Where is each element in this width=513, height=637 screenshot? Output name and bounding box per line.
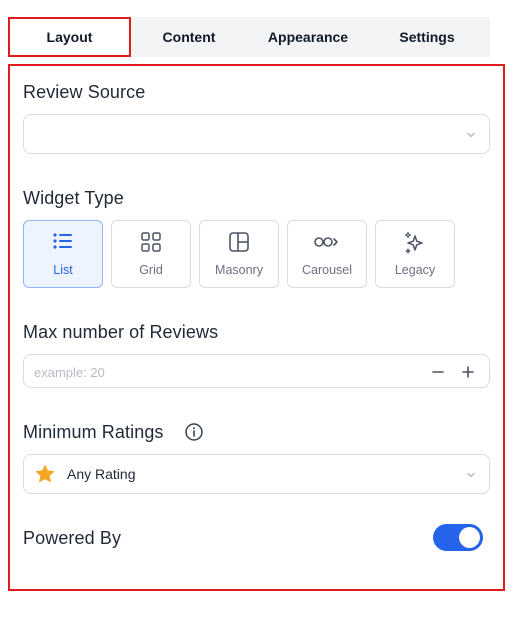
- grid-icon: [141, 232, 161, 252]
- decrement-button[interactable]: [427, 361, 449, 383]
- review-source-label: Review Source: [23, 82, 146, 102]
- powered-by-label: Powered By: [23, 528, 122, 548]
- list-icon: [53, 233, 72, 249]
- max-reviews-label: Max number of Reviews: [23, 322, 219, 342]
- chevron-down-icon: [467, 472, 475, 478]
- sparkles-icon: [404, 231, 423, 254]
- review-source-select[interactable]: [23, 114, 490, 154]
- max-reviews-input[interactable]: [34, 361, 414, 383]
- minimum-ratings-select[interactable]: Any Rating: [23, 454, 490, 494]
- widget-type-label: Widget Type: [23, 188, 124, 208]
- carousel-icon: [314, 237, 338, 247]
- star-icon: [35, 464, 55, 483]
- max-reviews-field: [23, 354, 490, 388]
- widget-type-masonry[interactable]: Masonry: [199, 220, 279, 288]
- tab-content[interactable]: Content: [131, 17, 247, 57]
- tab-settings[interactable]: Settings: [369, 17, 485, 57]
- toggle-knob: [459, 527, 480, 548]
- tab-bar: Layout Content Appearance Settings: [8, 17, 490, 57]
- info-icon[interactable]: [184, 422, 204, 442]
- masonry-icon: [229, 232, 249, 252]
- minus-icon: [432, 371, 444, 373]
- widget-type-grid-label: Grid: [139, 263, 163, 277]
- widget-type-list[interactable]: List: [23, 220, 103, 288]
- minimum-ratings-label: Minimum Ratings: [23, 422, 164, 442]
- tab-appearance[interactable]: Appearance: [247, 17, 369, 57]
- widget-type-carousel[interactable]: Carousel: [287, 220, 367, 288]
- widget-type-legacy-label: Legacy: [394, 263, 436, 277]
- widget-type-carousel-label: Carousel: [301, 263, 353, 277]
- widget-type-grid[interactable]: Grid: [111, 220, 191, 288]
- widget-type-legacy[interactable]: Legacy: [375, 220, 455, 288]
- increment-button[interactable]: [457, 361, 479, 383]
- powered-by-toggle[interactable]: [433, 524, 483, 551]
- widget-type-list-label: List: [53, 263, 73, 277]
- plus-icon: [462, 366, 474, 378]
- chevron-down-icon: [467, 132, 475, 138]
- tab-layout[interactable]: Layout: [8, 17, 131, 57]
- widget-type-masonry-label: Masonry: [215, 263, 263, 277]
- minimum-ratings-value: Any Rating: [67, 466, 136, 482]
